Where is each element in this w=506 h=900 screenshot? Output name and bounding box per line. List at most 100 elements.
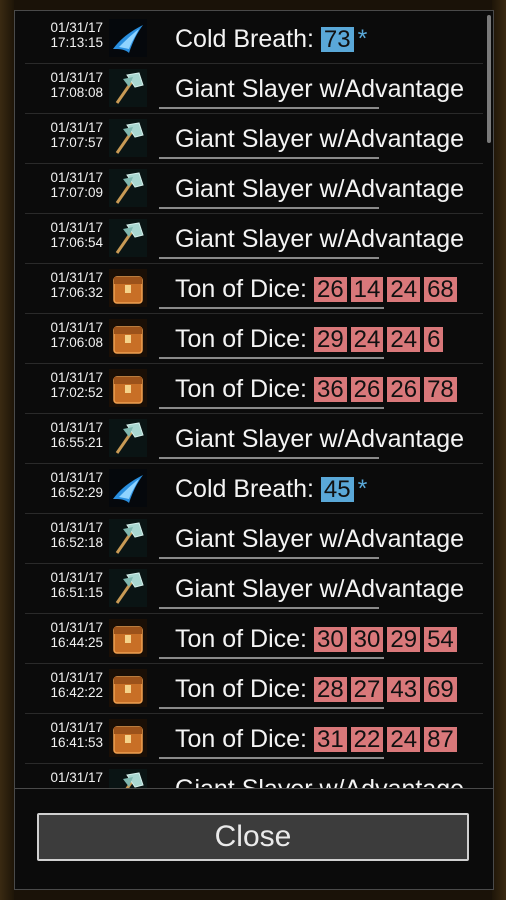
list-item[interactable]: 01/31/17 16:41:53 Ton of Dice: 31 22 24 87 xyxy=(25,714,483,764)
list-item[interactable]: 01/31/17 17:06:08 Ton of Dice: 29 24 24 6 xyxy=(25,314,483,364)
roll-history-dialog: 01/31/17 17:13:15 Cold Breath: 73 * 01/31/17… xyxy=(14,10,494,890)
roll-value-badge: 87 xyxy=(424,727,457,752)
timestamp: 01/31/17 17:02:52 xyxy=(27,370,103,400)
roll-value-badge: 69 xyxy=(424,677,457,702)
timestamp-date: 01/31/17 xyxy=(50,720,103,735)
timestamp-date: 01/31/17 xyxy=(50,520,103,535)
roll-value-badge: 24 xyxy=(387,327,421,352)
close-button[interactable]: Close xyxy=(37,813,469,861)
row-underline xyxy=(159,607,379,609)
row-underline xyxy=(159,307,384,309)
timestamp-time: 16:42:22 xyxy=(50,685,103,700)
list-item[interactable]: 01/31/17 16:52:18 Giant Slayer w/Advantage xyxy=(25,514,483,564)
roll-value-badge: 24 xyxy=(387,277,421,302)
roll-value-badge: 26 xyxy=(350,377,384,402)
roll-label: Giant Slayer w/Advantage xyxy=(175,575,465,603)
timestamp-date: 01/31/17 xyxy=(50,320,103,335)
timestamp: 01/31/17 17:06:32 xyxy=(27,270,103,300)
list-item[interactable]: 01/31/17 16:44:25 Ton of Dice: 30 30 29 54 xyxy=(25,614,483,664)
timestamp: 01/31/17 16:42:22 xyxy=(27,670,103,700)
list-item[interactable]: 01/31/17 17:07:09 Giant Slayer w/Advantage xyxy=(25,164,483,214)
timestamp-date: 01/31/17 xyxy=(50,120,103,135)
cold-breath-icon xyxy=(109,469,147,507)
roll-value-badge: 36 xyxy=(313,377,347,402)
timestamp-time: 16:44:25 xyxy=(50,635,103,650)
timestamp-time: 17:06:32 xyxy=(50,285,103,300)
row-underline xyxy=(159,757,384,759)
roll-text: Ton of Dice: 36 26 26 78 xyxy=(175,375,483,403)
list-item[interactable]: 01/31/17 16:52:29 Cold Breath: 45 * xyxy=(25,464,483,514)
list-item[interactable]: 01/31/17 17:06:54 Giant Slayer w/Advantage xyxy=(25,214,483,264)
timestamp: 01/31/17 17:07:57 xyxy=(27,120,103,150)
scrollbar[interactable] xyxy=(487,15,491,143)
row-underline xyxy=(159,157,379,159)
timestamp: 01/31/17 16:44:25 xyxy=(27,620,103,650)
timestamp-time: 17:08:08 xyxy=(50,85,103,100)
roll-value-badge: 6 xyxy=(424,327,444,352)
timestamp-time: 17:13:15 xyxy=(50,35,103,50)
timestamp-time: 17:07:09 xyxy=(50,185,103,200)
timestamp-time: 16:52:29 xyxy=(50,485,103,500)
timestamp-time: 16:51:15 xyxy=(50,585,103,600)
roll-value-badge: 73 xyxy=(320,27,354,52)
roll-label: Ton of Dice: xyxy=(175,375,308,403)
chest-icon xyxy=(109,319,147,357)
timestamp: 01/31/17 17:07:09 xyxy=(27,170,103,200)
list-item[interactable]: 01/31/17 16:51:15 Giant Slayer w/Advantage xyxy=(25,564,483,614)
row-underline xyxy=(159,657,384,659)
roll-label: Ton of Dice: xyxy=(175,675,308,703)
timestamp: 01/31/17 16:52:29 xyxy=(27,470,103,500)
background-left xyxy=(0,0,14,900)
roll-value-badge: 78 xyxy=(424,377,457,402)
roll-value-badge: 27 xyxy=(350,677,384,702)
roll-text: Giant Slayer w/Advantage xyxy=(175,225,483,253)
axe-icon xyxy=(109,419,147,457)
timestamp: 01/31/17 16:55:21 xyxy=(27,420,103,450)
chest-icon xyxy=(109,719,147,757)
roll-value-badge: 26 xyxy=(313,277,347,302)
list-item[interactable]: 01/31/17 17:08:08 Giant Slayer w/Advantage xyxy=(25,64,483,114)
timestamp-time: 17:06:54 xyxy=(50,235,103,250)
timestamp: 01/31/17 16:41:53 xyxy=(27,720,103,750)
list-item[interactable]: 01/31/17 17:06:32 Ton of Dice: 26 14 24 68 xyxy=(25,264,483,314)
list-item[interactable]: 01/31/17 17:13:15 Cold Breath: 73 * xyxy=(25,14,483,64)
row-underline xyxy=(159,707,384,709)
timestamp-date: 01/31/17 xyxy=(50,620,103,635)
roll-text: Ton of Dice: 31 22 24 87 xyxy=(175,725,483,753)
row-underline xyxy=(159,457,379,459)
roll-history-list[interactable]: 01/31/17 17:13:15 Cold Breath: 73 * 01/31/17… xyxy=(25,14,483,792)
background-right xyxy=(492,0,506,900)
timestamp-date: 01/31/17 xyxy=(50,570,103,585)
roll-label: Cold Breath: xyxy=(175,475,314,503)
roll-value-badge: 29 xyxy=(387,627,421,652)
list-item[interactable]: 01/31/17 16:42:22 Ton of Dice: 28 27 43 69 xyxy=(25,664,483,714)
roll-label: Giant Slayer w/Advantage xyxy=(175,125,465,153)
roll-label: Giant Slayer w/Advantage xyxy=(175,525,465,553)
timestamp-date: 01/31/17 xyxy=(50,220,103,235)
timestamp: 01/31/17 16:52:18 xyxy=(27,520,103,550)
crit-star: * xyxy=(357,25,368,53)
row-underline xyxy=(159,557,379,559)
timestamp-date: 01/31/17 xyxy=(50,270,103,285)
axe-icon xyxy=(109,69,147,107)
timestamp-date: 01/31/17 xyxy=(50,20,103,35)
roll-value-badge: 54 xyxy=(424,627,457,652)
list-item[interactable]: 01/31/17 16:55:21 Giant Slayer w/Advantage xyxy=(25,414,483,464)
row-underline xyxy=(159,107,379,109)
roll-text: Giant Slayer w/Advantage xyxy=(175,575,483,603)
list-item[interactable]: 01/31/17 17:02:52 Ton of Dice: 36 26 26 78 xyxy=(25,364,483,414)
axe-icon xyxy=(109,119,147,157)
timestamp-time: 17:02:52 xyxy=(50,385,103,400)
timestamp-date: 01/31/17 xyxy=(50,70,103,85)
list-item[interactable]: 01/31/17 17:07:57 Giant Slayer w/Advantage xyxy=(25,114,483,164)
timestamp: 01/31/17 17:08:08 xyxy=(27,70,103,100)
timestamp-time: 17:07:57 xyxy=(50,135,103,150)
axe-icon xyxy=(109,519,147,557)
roll-text: Ton of Dice: 30 30 29 54 xyxy=(175,625,483,653)
chest-icon xyxy=(109,669,147,707)
roll-text: Ton of Dice: 26 14 24 68 xyxy=(175,275,483,303)
axe-icon xyxy=(109,169,147,207)
cold-breath-icon xyxy=(109,19,147,57)
roll-text: Ton of Dice: 29 24 24 6 xyxy=(175,325,483,353)
row-underline xyxy=(159,257,379,259)
